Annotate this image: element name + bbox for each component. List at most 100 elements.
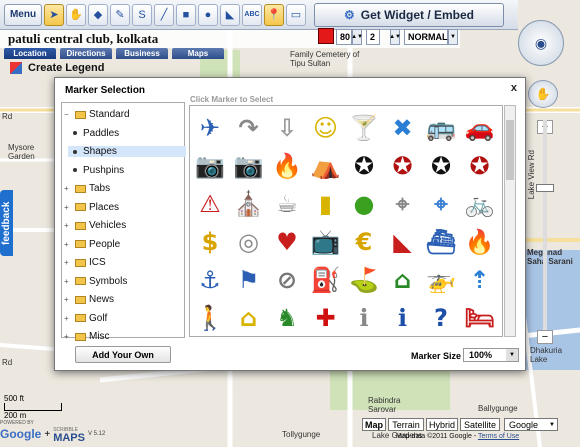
line-style-dropdown[interactable]: ▼: [448, 29, 458, 45]
map-title[interactable]: patuli central club, kolkata: [0, 31, 234, 47]
marker-cell[interactable]: 🚌: [423, 110, 459, 146]
pointer-tool[interactable]: ➤: [44, 3, 64, 26]
expand-icon[interactable]: +: [64, 332, 72, 341]
tree-item[interactable]: + Tabs: [64, 183, 110, 194]
marker-cell[interactable]: ⌂: [385, 262, 421, 298]
scroll-thumb[interactable]: [506, 120, 514, 180]
marker-cell[interactable]: ⇡: [462, 262, 498, 298]
map-type-hybrid[interactable]: Hybrid: [426, 418, 458, 431]
marker-cell[interactable]: ✪: [385, 148, 421, 184]
marker-cell[interactable]: 🚶: [192, 300, 228, 336]
tab-directions[interactable]: Directions: [60, 48, 112, 59]
marker-cell[interactable]: ▮: [308, 186, 344, 222]
rectangle-tool[interactable]: ■: [176, 3, 196, 26]
tree-item[interactable]: + Places: [64, 202, 119, 213]
marker-cell[interactable]: ⚑: [231, 262, 267, 298]
marker-cell[interactable]: 🍴: [500, 186, 502, 222]
marker-cell[interactable]: ⌂: [231, 300, 267, 336]
expand-icon[interactable]: +: [64, 258, 72, 267]
expand-icon[interactable]: +: [64, 240, 72, 249]
expand-icon[interactable]: +: [64, 184, 72, 193]
marker-cell[interactable]: ⚓: [192, 262, 228, 298]
marker-cell[interactable]: ⛴: [423, 224, 459, 260]
terms-link[interactable]: Terms of Use: [478, 433, 519, 440]
map-type-satellite[interactable]: Satellite: [460, 418, 500, 431]
marker-tool[interactable]: 📍: [264, 3, 284, 26]
color-swatch[interactable]: [318, 28, 334, 44]
tree-item[interactable]: + News: [64, 294, 114, 305]
marker-cell[interactable]: ♥: [269, 224, 305, 260]
map-type-map[interactable]: Map: [362, 418, 386, 431]
marker-cell[interactable]: 📷: [192, 148, 228, 184]
tree-item[interactable]: + People: [64, 239, 120, 250]
tab-maps[interactable]: Maps: [172, 48, 224, 59]
line-width-field[interactable]: 80: [336, 29, 352, 45]
polygon-tool[interactable]: ◣: [220, 3, 240, 26]
expand-icon[interactable]: −: [64, 110, 72, 119]
dialog-close-button[interactable]: x: [511, 82, 517, 94]
tree-item[interactable]: + Golf: [64, 313, 107, 324]
pan-tool[interactable]: ✋: [66, 3, 86, 26]
marker-cell[interactable]: 🔥: [269, 148, 305, 184]
tab-location[interactable]: Location: [4, 48, 56, 59]
map-type-terrain[interactable]: Terrain: [388, 418, 424, 431]
marker-cell[interactable]: 🚗: [462, 110, 498, 146]
marker-cell[interactable]: ✖: [385, 110, 421, 146]
expand-icon[interactable]: +: [64, 203, 72, 212]
tree-item[interactable]: Pushpins: [68, 165, 124, 176]
expand-icon[interactable]: +: [64, 221, 72, 230]
add-your-own-button[interactable]: Add Your Own: [75, 346, 171, 363]
tree-item[interactable]: − Standard: [64, 109, 130, 120]
tree-item[interactable]: Paddles: [68, 128, 119, 139]
marker-cell[interactable]: 🚁: [423, 262, 459, 298]
expand-icon[interactable]: +: [64, 295, 72, 304]
image-tool[interactable]: ▭: [286, 3, 306, 26]
pan-control[interactable]: ◉: [518, 20, 564, 66]
marker-cell[interactable]: ✪: [346, 148, 382, 184]
tree-item[interactable]: + Vehicles: [64, 220, 126, 231]
marker-cell[interactable]: ✈: [192, 110, 228, 146]
expand-icon[interactable]: +: [64, 277, 72, 286]
create-legend-link[interactable]: Create Legend: [28, 62, 104, 74]
marker-cell[interactable]: ⛺: [308, 148, 344, 184]
marker-cell[interactable]: ☕: [269, 186, 305, 222]
marker-cell[interactable]: 🛏: [462, 300, 498, 336]
marker-cell[interactable]: ✪: [462, 148, 498, 184]
expand-icon[interactable]: +: [64, 314, 72, 323]
circle-tool[interactable]: ●: [198, 3, 218, 26]
marker-cell[interactable]: €: [346, 224, 382, 260]
marker-cell[interactable]: 🔥: [462, 224, 498, 260]
zoom-thumb[interactable]: [536, 184, 554, 192]
marker-cell[interactable]: $: [192, 224, 228, 260]
marker-cell[interactable]: ⌖: [385, 186, 421, 222]
zoom-out-button[interactable]: −: [537, 330, 553, 344]
marker-cell[interactable]: ●: [346, 186, 382, 222]
marker-cell[interactable]: ⌖: [423, 186, 459, 222]
scribble-maps-logo[interactable]: SCRIBBLE MAPS: [53, 426, 85, 444]
marker-cell[interactable]: ☺: [308, 110, 344, 146]
marker-cell[interactable]: ⛽: [308, 262, 344, 298]
marker-cell[interactable]: ⚠: [192, 186, 228, 222]
marker-cell[interactable]: ⛪: [231, 186, 267, 222]
feedback-tab[interactable]: feedback: [0, 190, 13, 256]
line-count-field[interactable]: 2: [366, 29, 380, 45]
curve-tool[interactable]: S: [132, 3, 152, 26]
marker-cell[interactable]: 📺: [308, 224, 344, 260]
pen-tool[interactable]: ✎: [110, 3, 130, 26]
get-widget-button[interactable]: ⚙ Get Widget / Embed: [314, 2, 504, 27]
marker-size-select[interactable]: 100% ▼: [463, 348, 519, 362]
zoom-slider[interactable]: [543, 120, 547, 330]
marker-cell[interactable]: ♞: [269, 300, 305, 336]
line-tool[interactable]: ╱: [154, 3, 174, 26]
fill-tool[interactable]: ◆: [88, 3, 108, 26]
marker-cell[interactable]: 🚲: [462, 186, 498, 222]
tab-business[interactable]: Business: [116, 48, 168, 59]
marker-cell[interactable]: ✚: [308, 300, 344, 336]
line-count-stepper[interactable]: ▲▼: [389, 29, 401, 45]
marker-cell[interactable]: ◎: [231, 224, 267, 260]
menu-button[interactable]: Menu: [4, 3, 42, 26]
tree-item[interactable]: Shapes: [68, 146, 186, 157]
marker-cell[interactable]: ⛳: [346, 262, 382, 298]
marker-cell[interactable]: ⇩: [269, 110, 305, 146]
marker-cell[interactable]: ?: [423, 300, 459, 336]
